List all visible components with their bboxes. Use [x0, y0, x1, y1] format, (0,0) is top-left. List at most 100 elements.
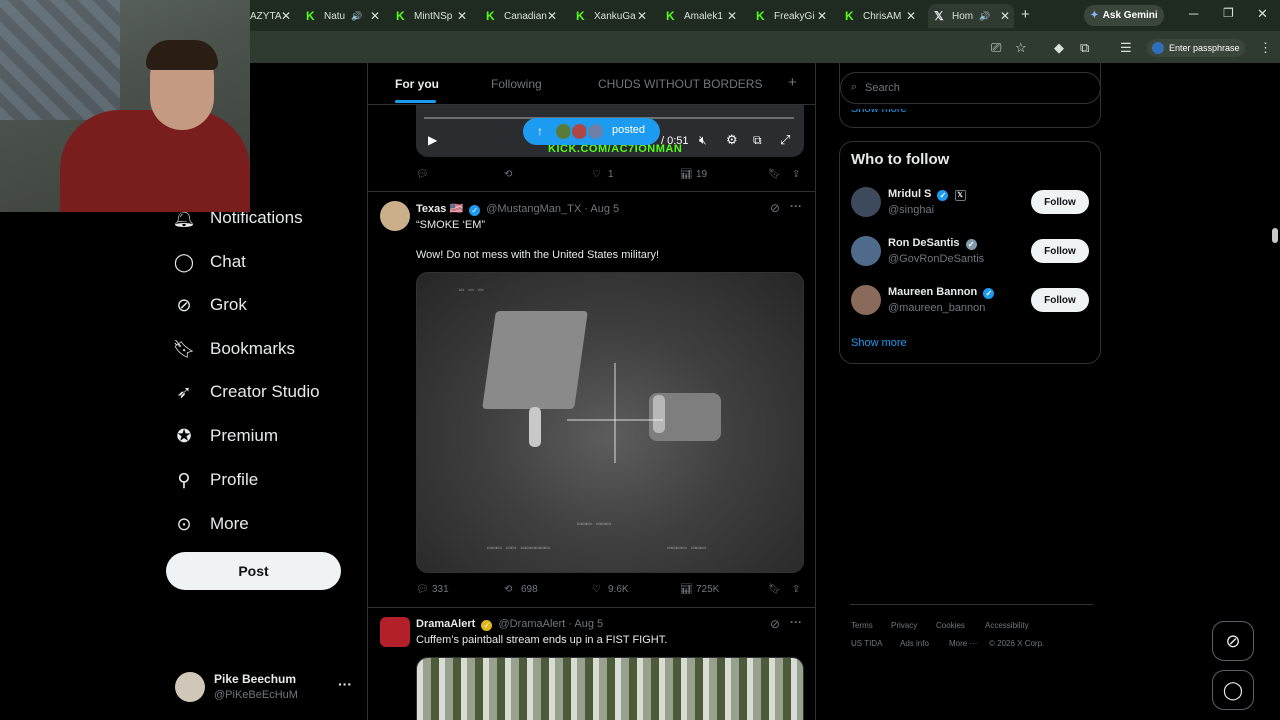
scrollbar-thumb[interactable] [1272, 228, 1278, 243]
tab-chuds-without-borders[interactable]: CHUDS WITHOUT BORDERS [598, 77, 762, 91]
reply-icon[interactable]: 💬︎ [416, 169, 429, 180]
share-icon[interactable]: ⇪ [792, 584, 800, 595]
pip-icon[interactable]: ⧉ [753, 133, 762, 148]
avatar[interactable] [851, 285, 881, 315]
nav-creator-studio[interactable]: ➶ Creator Studio [174, 377, 319, 407]
close-tab-icon[interactable]: ✕ [370, 9, 380, 23]
avatar[interactable] [380, 201, 410, 231]
close-tab-icon[interactable]: ✕ [1000, 9, 1010, 23]
footer-cookies[interactable]: Cookies [936, 621, 965, 630]
settings-gear-icon[interactable]: ⚙ [726, 132, 738, 148]
close-tab-icon[interactable]: ✕ [906, 9, 916, 23]
suggestion-name[interactable]: Maureen Bannon ✓ [888, 286, 997, 299]
footer-terms[interactable]: Terms [851, 621, 873, 630]
more-dots-icon[interactable]: ··· [338, 676, 352, 692]
minimize-icon[interactable]: ─ [1189, 6, 1198, 21]
divider [368, 607, 815, 608]
mute-icon[interactable]: 🔇︎ [699, 133, 707, 148]
grok-icon[interactable]: ⊘ [770, 617, 780, 631]
browser-tab[interactable]: K Canadian ✕ [486, 4, 561, 28]
search-input[interactable]: ⌕ Search [840, 72, 1101, 104]
repost-icon[interactable]: ⟲ [504, 584, 512, 595]
thermal-video[interactable]: ▭ ▭ ▭ ▭▭▭ ▭▭▭ ▭▭▭ ▭▭ ▭▭▭▭▭▭ ▭▭▭▭ ▭▭▭ [416, 272, 804, 573]
post-date[interactable]: · Aug 5 [568, 618, 603, 630]
avatar[interactable] [851, 236, 881, 266]
avatar[interactable] [380, 617, 410, 647]
grok-icon[interactable]: ⊘ [770, 201, 780, 215]
views-icon[interactable]: 📊︎ [680, 169, 693, 180]
tab-for-you[interactable]: For you [395, 77, 439, 91]
browser-tab[interactable]: K Amalek1 ✕ [666, 4, 741, 28]
nav-bookmarks[interactable]: 🔖︎ Bookmarks [173, 334, 295, 364]
footer-accessibility[interactable]: Accessibility [985, 621, 1029, 630]
footer-ads-info[interactable]: Ads info [900, 639, 929, 648]
reading-list-icon[interactable]: ☰ [1120, 40, 1132, 56]
suggestion-name[interactable]: Mridul S ✓ 𝕏 [888, 188, 966, 201]
author-name[interactable]: DramaAlert [416, 618, 475, 630]
browser-tab[interactable]: AZYTA ✕ [250, 4, 295, 28]
ask-gemini-button[interactable]: ✦ Ask Gemini [1084, 5, 1164, 26]
nav-grok[interactable]: ⊘ Grok [174, 290, 246, 320]
like-icon[interactable]: ♡ [592, 584, 601, 595]
restore-icon[interactable]: ❐ [1223, 6, 1234, 20]
nav-more[interactable]: ⊙ More [174, 509, 248, 539]
reply-icon[interactable]: 💬︎ [416, 584, 429, 595]
author-handle[interactable]: @MustangMan_TX [486, 203, 581, 215]
nav-premium[interactable]: ✪ Premium [174, 421, 278, 451]
post-date[interactable]: · Aug 5 [584, 203, 619, 215]
footer-privacy[interactable]: Privacy [891, 621, 917, 630]
browser-tab[interactable]: K Natu 🔊 ✕ [306, 4, 384, 28]
passphrase-button[interactable]: Enter passphrase [1147, 39, 1245, 57]
more-dots-icon[interactable]: ··· [790, 615, 802, 629]
tab-following[interactable]: Following [491, 77, 542, 91]
follow-button[interactable]: Follow [1031, 190, 1089, 214]
scrollbar[interactable] [1270, 63, 1280, 720]
browser-tab-active[interactable]: 𝕏 Hom 🔊 ✕ [928, 4, 1014, 28]
follow-button[interactable]: Follow [1031, 288, 1089, 312]
show-more-link[interactable]: Show more [851, 337, 907, 349]
new-posts-pill[interactable]: ↑ posted [523, 118, 660, 145]
install-app-icon[interactable]: ⎚ [991, 40, 1001, 56]
views-icon[interactable]: 📊︎ [680, 584, 693, 595]
close-tab-icon[interactable]: ✕ [457, 9, 467, 23]
post-button[interactable]: Post [166, 552, 341, 590]
star-icon[interactable]: ☆ [1015, 40, 1027, 56]
more-dots-icon[interactable]: ··· [790, 199, 802, 213]
add-tab-icon[interactable]: + [788, 74, 797, 91]
close-tab-icon[interactable]: ✕ [547, 9, 557, 23]
kebab-menu-icon[interactable]: ⋮ [1259, 40, 1272, 56]
author-name[interactable]: Texas [416, 203, 446, 215]
nav-chat[interactable]: ◯ Chat [174, 247, 246, 277]
suggestion-name[interactable]: Ron DeSantis ✓ [888, 237, 980, 250]
grok-fab-icon[interactable]: ⊘ [1212, 621, 1254, 661]
nav-profile[interactable]: ⚲ Profile [174, 465, 258, 495]
follow-button[interactable]: Follow [1031, 239, 1089, 263]
bookmark-icon[interactable]: 🔖︎ [768, 169, 781, 180]
fullscreen-icon[interactable]: ⤢ [780, 132, 790, 148]
browser-tab[interactable]: K MintNSp ✕ [396, 4, 471, 28]
close-tab-icon[interactable]: ✕ [727, 9, 737, 23]
author-handle[interactable]: @DramaAlert [498, 618, 565, 630]
window-close-icon[interactable]: ✕ [1257, 6, 1268, 22]
browser-tab[interactable]: K FreakyGi ✕ [756, 4, 831, 28]
account-handle: @PiKeBeEcHuM [214, 689, 298, 701]
account-switcher[interactable]: Pike Beechum @PiKeBeEcHuM ··· [175, 670, 355, 706]
close-tab-icon[interactable]: ✕ [817, 9, 827, 23]
play-icon[interactable]: ▶ [428, 133, 437, 147]
bookmark-icon[interactable]: 🔖︎ [768, 584, 781, 595]
extensions-icon[interactable]: ⧉ [1080, 40, 1089, 56]
footer-more[interactable]: More ··· [949, 639, 977, 648]
repost-icon[interactable]: ⟲ [504, 169, 512, 180]
close-tab-icon[interactable]: ✕ [637, 9, 647, 23]
browser-tab[interactable]: K ChrisAM ✕ [845, 4, 920, 28]
post-image[interactable] [416, 657, 804, 720]
avatar[interactable] [851, 187, 881, 217]
extension-diamond-icon[interactable]: ◆ [1054, 40, 1064, 56]
close-tab-icon[interactable]: ✕ [281, 9, 291, 23]
chat-fab-icon[interactable]: ◯ [1212, 670, 1254, 710]
new-tab-icon[interactable]: + [1021, 6, 1030, 23]
like-icon[interactable]: ♡ [592, 169, 601, 180]
share-icon[interactable]: ⇪ [792, 169, 800, 180]
browser-tab[interactable]: K XankuGa ✕ [576, 4, 651, 28]
footer-link[interactable]: US TIDA [851, 639, 882, 648]
